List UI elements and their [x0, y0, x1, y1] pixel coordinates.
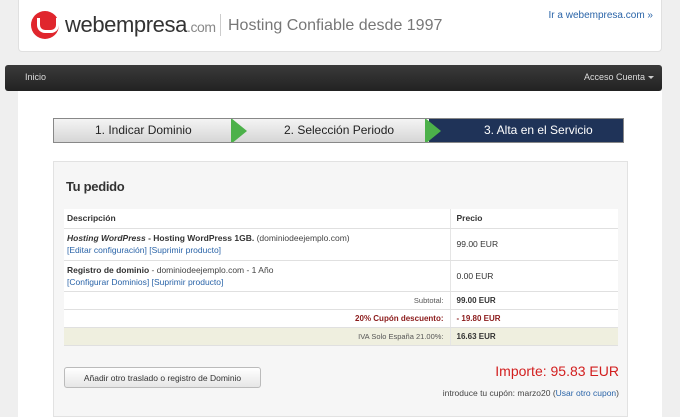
- table-header-row: Descripción Precio: [64, 209, 618, 229]
- item-price: 99.00 EUR: [449, 228, 618, 261]
- add-domain-button[interactable]: Añadir otro traslado o registro de Domin…: [64, 367, 261, 388]
- remove-product-link[interactable]: [Suprimir producto]: [149, 245, 221, 255]
- coupon-text: introduce tu cupón: marzo20: [442, 388, 551, 398]
- header-divider: [220, 14, 221, 36]
- tax-row: IVA Solo España 21.00%: 16.63 EUR: [64, 327, 618, 346]
- nav-home-link[interactable]: Inicio: [25, 72, 46, 82]
- step-indicar-dominio: 1. Indicar Dominio: [54, 119, 237, 142]
- discount-label: 20% Cupón descuento:: [64, 309, 450, 328]
- discount-row: 20% Cupón descuento: - 19.80 EUR: [64, 309, 618, 328]
- coupon-info: introduce tu cupón: marzo20 (Usar otro c…: [442, 388, 619, 398]
- remove-product-link[interactable]: [Suprimir producto]: [152, 277, 224, 287]
- use-other-coupon-link[interactable]: Usar otro cupon: [556, 388, 616, 398]
- column-header-price: Precio: [449, 209, 618, 229]
- discount-value: - 19.80 EUR: [449, 309, 618, 328]
- subtotal-row: Subtotal: 99.00 EUR: [64, 291, 618, 310]
- order-table: Descripción Precio Hosting WordPress - H…: [64, 209, 618, 346]
- main-content: 1. Indicar Dominio 2. Selección Periodo …: [18, 91, 662, 417]
- account-access-dropdown[interactable]: Acceso Cuenta: [584, 72, 654, 82]
- order-title: Tu pedido: [66, 179, 125, 194]
- item-product-name: Hosting WordPress - Hosting WordPress 1G…: [67, 233, 255, 243]
- subtotal-value: 99.00 EUR: [449, 291, 618, 310]
- go-to-webempresa-link[interactable]: Ir a webempresa.com »: [549, 10, 654, 21]
- tax-value: 16.63 EUR: [449, 327, 618, 346]
- table-row: Hosting WordPress - Hosting WordPress 1G…: [64, 228, 618, 261]
- edit-configuration-link[interactable]: [Editar configuración]: [67, 245, 147, 255]
- logo-wordmark[interactable]: webempresa.com: [65, 12, 216, 38]
- caret-down-icon: [648, 76, 654, 80]
- configure-domains-link[interactable]: [Configurar Dominios]: [67, 277, 149, 287]
- step-alta-servicio: 3. Alta en el Servicio: [429, 119, 623, 142]
- item-product-name: Registro de dominio: [67, 264, 150, 275]
- step-seleccion-periodo: 2. Selección Periodo: [237, 119, 429, 142]
- site-header: webempresa.com Hosting Confiable desde 1…: [18, 0, 662, 52]
- subtotal-label: Subtotal:: [64, 291, 450, 310]
- top-navbar: Inicio Acceso Cuenta: [5, 65, 662, 91]
- order-total: Importe: 95.83 EUR: [495, 363, 619, 379]
- checkout-steps: 1. Indicar Dominio 2. Selección Periodo …: [53, 118, 624, 143]
- step-arrow-icon: [425, 119, 441, 142]
- item-detail: - dominiodeejemplo.com - 1 Año: [149, 264, 274, 275]
- step-arrow-icon: [231, 119, 247, 142]
- item-description: Registro de dominio - dominiodeejemplo.c…: [64, 260, 450, 292]
- header-tagline: Hosting Confiable desde 1997: [228, 17, 443, 34]
- column-header-description: Descripción: [64, 209, 450, 229]
- item-price: 0.00 EUR: [449, 260, 618, 292]
- webempresa-logo-icon[interactable]: [31, 11, 59, 39]
- item-domain: (dominiodeejemplo.com): [254, 233, 350, 243]
- tax-label: IVA Solo España 21.00%:: [64, 327, 450, 346]
- item-description: Hosting WordPress - Hosting WordPress 1G…: [64, 228, 450, 261]
- order-panel: Tu pedido Descripción Precio Hosting Wor…: [53, 161, 628, 417]
- table-row: Registro de dominio - dominiodeejemplo.c…: [64, 260, 618, 292]
